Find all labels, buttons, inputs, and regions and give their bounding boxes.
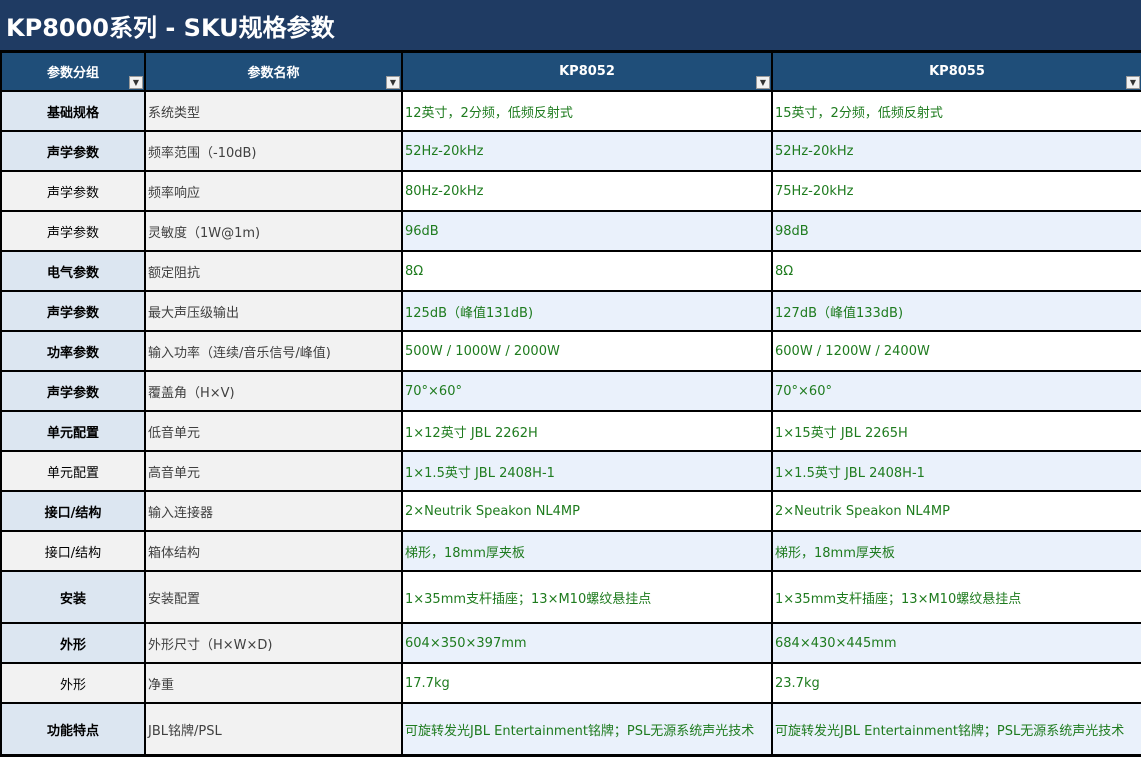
header-label: KP8052 (559, 64, 615, 79)
cell-kp8052[interactable]: 可旋转发光JBL Entertainment铭牌；PSL无源系统声光技术 (401, 702, 773, 756)
cell-kp8052[interactable]: 17.7kg (401, 662, 773, 704)
cell-group[interactable]: 功率参数 (0, 330, 146, 372)
cell-name[interactable]: 安装配置 (144, 570, 403, 624)
header-label: 参数名称 (247, 66, 300, 81)
cell-kp8052[interactable]: 80Hz-20kHz (401, 170, 773, 212)
cell-name[interactable]: JBL铭牌/PSL (144, 702, 403, 756)
cell-name[interactable]: 最大声压级输出 (144, 290, 403, 332)
cell-kp8055[interactable]: 52Hz-20kHz (771, 130, 1141, 172)
spreadsheet: KP8000系列 - SKU规格参数 参数分组 ▼ 参数名称 ▼ KP8052 ▼ K… (0, 0, 1141, 757)
cell-group[interactable]: 接口/结构 (0, 490, 146, 532)
cell-kp8052[interactable]: 125dB（峰值131dB) (401, 290, 773, 332)
table-row: 声学参数 灵敏度（1W@1m) 96dB 98dB (0, 210, 1141, 252)
cell-kp8055[interactable]: 1×1.5英寸 JBL 2408H-1 (771, 450, 1141, 492)
table-row: 功能特点 JBL铭牌/PSL 可旋转发光JBL Entertainment铭牌；… (0, 702, 1141, 756)
cell-name[interactable]: 外形尺寸（H×W×D) (144, 622, 403, 664)
cell-kp8052[interactable]: 1×1.5英寸 JBL 2408H-1 (401, 450, 773, 492)
table-row: 声学参数 覆盖角（H×V) 70°×60° 70°×60° (0, 370, 1141, 412)
cell-kp8052[interactable]: 70°×60° (401, 370, 773, 412)
table-row: 外形 外形尺寸（H×W×D) 604×350×397mm 684×430×445… (0, 622, 1141, 664)
cell-kp8055[interactable]: 684×430×445mm (771, 622, 1141, 664)
cell-group[interactable]: 声学参数 (0, 210, 146, 252)
spec-table: 参数分组 ▼ 参数名称 ▼ KP8052 ▼ KP8055 ▼ 基础规格 系统类型 12… (0, 51, 1141, 756)
cell-name[interactable]: 频率范围（-10dB) (144, 130, 403, 172)
cell-kp8055[interactable]: 98dB (771, 210, 1141, 252)
cell-name[interactable]: 净重 (144, 662, 403, 704)
cell-kp8055[interactable]: 70°×60° (771, 370, 1141, 412)
cell-group[interactable]: 声学参数 (0, 290, 146, 332)
cell-group[interactable]: 电气参数 (0, 250, 146, 292)
table-row: 单元配置 高音单元 1×1.5英寸 JBL 2408H-1 1×1.5英寸 JB… (0, 450, 1141, 492)
cell-kp8052[interactable]: 12英寸，2分频，低频反射式 (401, 90, 773, 132)
cell-name[interactable]: 输入连接器 (144, 490, 403, 532)
header-param-group: 参数分组 ▼ (0, 51, 146, 92)
table-row: 单元配置 低音单元 1×12英寸 JBL 2262H 1×15英寸 JBL 22… (0, 410, 1141, 452)
cell-kp8052[interactable]: 500W / 1000W / 2000W (401, 330, 773, 372)
cell-group[interactable]: 安装 (0, 570, 146, 624)
table-row: 基础规格 系统类型 12英寸，2分频，低频反射式 15英寸，2分频，低频反射式 (0, 90, 1141, 132)
cell-group[interactable]: 接口/结构 (0, 530, 146, 572)
header-row: 参数分组 ▼ 参数名称 ▼ KP8052 ▼ KP8055 ▼ (0, 51, 1141, 92)
table-row: 安装 安装配置 1×35mm支杆插座；13×M10螺纹悬挂点 1×35mm支杆插… (0, 570, 1141, 624)
cell-name[interactable]: 箱体结构 (144, 530, 403, 572)
cell-name[interactable]: 输入功率（连续/音乐信号/峰值) (144, 330, 403, 372)
cell-group[interactable]: 声学参数 (0, 370, 146, 412)
cell-name[interactable]: 额定阻抗 (144, 250, 403, 292)
cell-group[interactable]: 基础规格 (0, 90, 146, 132)
cell-kp8055[interactable]: 127dB（峰值133dB) (771, 290, 1141, 332)
cell-kp8052[interactable]: 8Ω (401, 250, 773, 292)
cell-group[interactable]: 声学参数 (0, 170, 146, 212)
cell-kp8052[interactable]: 96dB (401, 210, 773, 252)
header-label: 参数分组 (46, 66, 99, 81)
cell-kp8055[interactable]: 1×15英寸 JBL 2265H (771, 410, 1141, 452)
cell-name[interactable]: 覆盖角（H×V) (144, 370, 403, 412)
table-row: 接口/结构 输入连接器 2×Neutrik Speakon NL4MP 2×Ne… (0, 490, 1141, 532)
filter-dropdown-icon[interactable]: ▼ (756, 76, 770, 89)
cell-group[interactable]: 单元配置 (0, 410, 146, 452)
cell-name[interactable]: 频率响应 (144, 170, 403, 212)
cell-name[interactable]: 系统类型 (144, 90, 403, 132)
filter-dropdown-icon[interactable]: ▼ (1126, 76, 1140, 89)
cell-kp8052[interactable]: 2×Neutrik Speakon NL4MP (401, 490, 773, 532)
cell-kp8055[interactable]: 23.7kg (771, 662, 1141, 704)
cell-group[interactable]: 声学参数 (0, 130, 146, 172)
cell-kp8055[interactable]: 600W / 1200W / 2400W (771, 330, 1141, 372)
header-kp8055: KP8055 ▼ (771, 51, 1141, 92)
header-kp8052: KP8052 ▼ (401, 51, 773, 92)
cell-kp8055[interactable]: 75Hz-20kHz (771, 170, 1141, 212)
cell-kp8052[interactable]: 梯形，18mm厚夹板 (401, 530, 773, 572)
cell-group[interactable]: 外形 (0, 622, 146, 664)
table-row: 功率参数 输入功率（连续/音乐信号/峰值) 500W / 1000W / 200… (0, 330, 1141, 372)
header-label: KP8055 (929, 64, 985, 79)
cell-kp8055[interactable]: 8Ω (771, 250, 1141, 292)
sheet-title: KP8000系列 - SKU规格参数 (0, 0, 1141, 50)
filter-dropdown-icon[interactable]: ▼ (129, 76, 143, 89)
table-row: 声学参数 最大声压级输出 125dB（峰值131dB) 127dB（峰值133d… (0, 290, 1141, 332)
cell-kp8055[interactable]: 可旋转发光JBL Entertainment铭牌；PSL无源系统声光技术 (771, 702, 1141, 756)
cell-kp8055[interactable]: 2×Neutrik Speakon NL4MP (771, 490, 1141, 532)
table-row: 声学参数 频率响应 80Hz-20kHz 75Hz-20kHz (0, 170, 1141, 212)
cell-kp8052[interactable]: 52Hz-20kHz (401, 130, 773, 172)
cell-name[interactable]: 低音单元 (144, 410, 403, 452)
cell-kp8055[interactable]: 15英寸，2分频，低频反射式 (771, 90, 1141, 132)
header-param-name: 参数名称 ▼ (144, 51, 403, 92)
cell-kp8052[interactable]: 1×12英寸 JBL 2262H (401, 410, 773, 452)
table-row: 电气参数 额定阻抗 8Ω 8Ω (0, 250, 1141, 292)
table-row: 声学参数 频率范围（-10dB) 52Hz-20kHz 52Hz-20kHz (0, 130, 1141, 172)
cell-group[interactable]: 单元配置 (0, 450, 146, 492)
filter-dropdown-icon[interactable]: ▼ (386, 76, 400, 89)
cell-group[interactable]: 功能特点 (0, 702, 146, 756)
table-row: 外形 净重 17.7kg 23.7kg (0, 662, 1141, 704)
cell-name[interactable]: 高音单元 (144, 450, 403, 492)
cell-kp8052[interactable]: 604×350×397mm (401, 622, 773, 664)
cell-name[interactable]: 灵敏度（1W@1m) (144, 210, 403, 252)
cell-kp8052[interactable]: 1×35mm支杆插座；13×M10螺纹悬挂点 (401, 570, 773, 624)
cell-group[interactable]: 外形 (0, 662, 146, 704)
cell-kp8055[interactable]: 梯形，18mm厚夹板 (771, 530, 1141, 572)
cell-kp8055[interactable]: 1×35mm支杆插座；13×M10螺纹悬挂点 (771, 570, 1141, 624)
table-row: 接口/结构 箱体结构 梯形，18mm厚夹板 梯形，18mm厚夹板 (0, 530, 1141, 572)
